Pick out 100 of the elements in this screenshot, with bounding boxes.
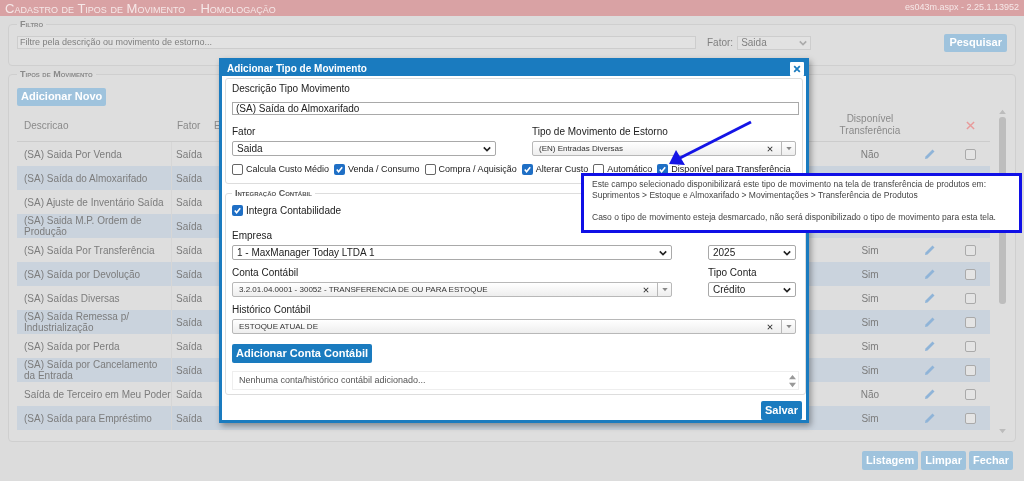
dropdown-icon[interactable] (785, 146, 792, 151)
row-checkbox[interactable] (964, 148, 976, 160)
row-checkbox[interactable] (964, 340, 976, 352)
checkbox-label[interactable]: Integra Contabilidade (246, 203, 342, 218)
history-select[interactable]: ESTOQUE ATUAL DE (232, 319, 796, 334)
table-cell: Sim (861, 268, 879, 280)
table-cell: Sim (861, 340, 879, 352)
account-select[interactable]: 3.2.01.04.0001 - 30052 - TRANSFERENCIA DE OU PARA ESTOQUE (232, 282, 672, 297)
pencil-icon[interactable] (924, 148, 936, 161)
row-checkbox[interactable] (964, 292, 976, 304)
table-cell: (SA) Saída Por Transferência (24, 244, 155, 256)
field-label: Empresa (232, 230, 273, 242)
table-cell: Saída (176, 172, 203, 184)
checkbox[interactable] (424, 164, 436, 176)
clear-icon[interactable] (643, 286, 649, 293)
table-cell: Saída (176, 148, 203, 160)
account-type-select[interactable]: Crédito (708, 282, 796, 297)
table-cell: (SA) Saida Por Venda (24, 148, 122, 160)
row-checkbox[interactable] (964, 316, 976, 328)
table-cell: (SA) Saída para Empréstimo (24, 412, 152, 424)
fator-label: Fator: (707, 36, 734, 50)
empty-list-message: Nenhuma conta/histórico contábil adicionado... (239, 373, 426, 387)
section-legend: Integração Contábil (232, 186, 315, 200)
table-cell-text: (SA) Saída Remessa p/ Industrialização (24, 311, 131, 334)
add-account-button[interactable]: Adicionar Conta Contábil (232, 344, 372, 363)
field-label: Tipo Conta (708, 267, 758, 279)
table-cell: Saída (176, 388, 203, 400)
table-cell: Sim (861, 292, 879, 304)
row-checkbox[interactable] (964, 388, 976, 400)
clear-icon[interactable] (767, 323, 773, 330)
chevron-icon (783, 285, 791, 294)
search-field[interactable]: Filtre pela descrição ou movimento de estorno... (17, 36, 696, 49)
spinner-icon[interactable] (789, 373, 796, 388)
table-cell-text: (SA) Saida M.P. Ordem de Produção (24, 215, 143, 238)
table-cell: Saída (176, 316, 203, 328)
dialog-title: Adicionar Tipo de Movimento (227, 62, 367, 76)
table-cell: Saída (176, 412, 203, 424)
tooltip-text: Este campo selecionado disponibilizará este tipo de movimento na tela de transferência de produtos em: (592, 179, 988, 190)
field-label: Fator (232, 126, 257, 138)
filter-legend: Filtro (17, 18, 47, 32)
pencil-icon[interactable] (924, 340, 936, 353)
chevron-icon (483, 144, 491, 153)
page-title: Cadastro de Tipos de Movimento - Homologação (5, 1, 276, 15)
table-cell-text: (SA) Saída por Cancelamento da Entrada (24, 359, 159, 382)
row-checkbox[interactable] (964, 244, 976, 256)
table-cell: (SA) Ajuste de Inventário Saída (24, 196, 164, 208)
row-checkbox[interactable] (964, 268, 976, 280)
pencil-icon[interactable] (924, 292, 936, 305)
save-button[interactable]: Salvar (760, 400, 802, 420)
chevron-icon (799, 38, 808, 47)
table-cell: Saída (176, 340, 203, 352)
page-version: es043m.aspx - 2.25.1.13952 (904, 1, 1019, 15)
fator-select[interactable]: Saida (232, 141, 496, 156)
description-field[interactable]: (SA) Saída do Almoxarifado (232, 102, 799, 115)
checkbox-label[interactable]: Venda / Consumo (348, 163, 420, 177)
table-cell: Não (860, 148, 880, 160)
checkbox[interactable] (232, 164, 243, 176)
table-cell: Sim (861, 364, 879, 376)
scroll-up-icon[interactable] (998, 109, 1006, 115)
checkbox[interactable] (232, 205, 243, 216)
table-cell: Sim (861, 244, 879, 256)
table-cell: (SA) Saídas Diversas (24, 292, 120, 304)
table-cell: (SA) Saída por Devolução (24, 268, 141, 280)
table-cell: (SA) Saída do Almoxarifado (24, 172, 148, 184)
chevron-icon (659, 248, 667, 257)
checkbox[interactable] (521, 164, 533, 176)
empresa-select[interactable]: 1 - MaxManager Today LTDA 1 (232, 245, 672, 260)
pencil-icon[interactable] (924, 244, 936, 257)
checkbox-label[interactable]: Disponível para Transferência (671, 163, 791, 177)
table-cell: Saída (176, 244, 203, 256)
chevron-icon (783, 248, 791, 257)
delete-icon[interactable] (965, 120, 975, 130)
year-select[interactable]: 2025 (708, 245, 796, 260)
checkbox-label[interactable]: Compra / Aquisição (438, 163, 517, 177)
pencil-icon[interactable] (924, 388, 936, 401)
table-cell: Sim (861, 412, 879, 424)
table-cell: Não (860, 388, 880, 400)
tooltip-text: Caso o tipo de movimento esteja desmarcado, não será disponibilizado o tipo de movimento para esta tela. (592, 212, 997, 223)
table-cell: Saída de Terceiro em Meu Poder (24, 388, 171, 400)
table-cell: Saída (176, 268, 203, 280)
checkbox-label[interactable]: Automático (607, 163, 653, 177)
pencil-icon[interactable] (924, 412, 936, 425)
dropdown-icon[interactable] (785, 324, 792, 329)
section-legend: Tipos de Movimento (17, 68, 96, 82)
checkbox[interactable] (334, 164, 346, 176)
row-checkbox[interactable] (964, 364, 976, 376)
tooltip-text: Suprimentos > Estoque e Almoxarifado > Movimentações > Transferência de Produtos (592, 190, 919, 201)
pencil-icon[interactable] (924, 316, 936, 329)
row-checkbox[interactable] (964, 412, 976, 424)
pencil-icon[interactable] (924, 364, 936, 377)
pencil-icon[interactable] (924, 268, 936, 281)
field-label: Histórico Contábil (232, 304, 312, 316)
checkbox-label[interactable]: Alterar Custo (535, 163, 589, 177)
clear-icon[interactable] (767, 145, 773, 152)
scroll-down-icon[interactable] (998, 429, 1006, 435)
table-cell: Saída (176, 220, 203, 232)
table-cell: (SA) Saída por Perda (24, 340, 120, 352)
table-cell: Saída (176, 364, 203, 376)
estorno-select[interactable]: (EN) Entradas Diversas (532, 141, 796, 156)
checkbox-label[interactable]: Calcula Custo Médio (246, 163, 330, 177)
